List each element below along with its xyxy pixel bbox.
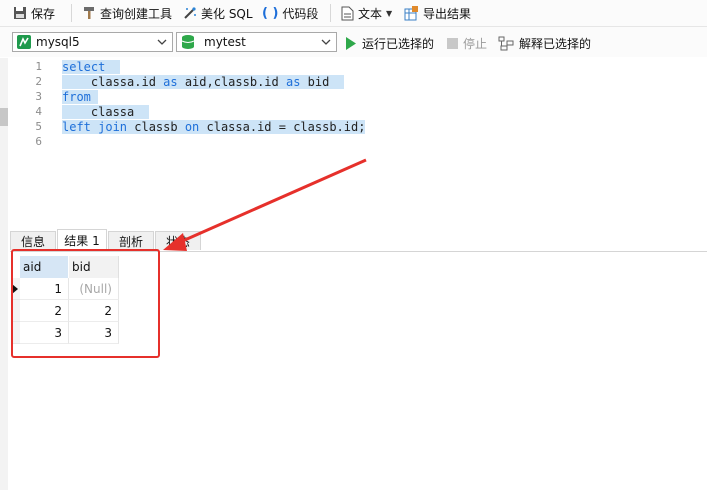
tab-result-1-label: 结果 1 bbox=[64, 233, 100, 248]
save-button[interactable]: 保存 bbox=[13, 4, 55, 22]
database-icon bbox=[181, 35, 195, 49]
line-number: 4 bbox=[35, 105, 42, 118]
chevron-down-icon bbox=[321, 39, 331, 45]
sql-text: classa.id = classb.id; bbox=[199, 120, 366, 134]
line-number: 2 bbox=[35, 75, 42, 88]
database-select-value: mytest bbox=[204, 35, 246, 49]
query-builder-button[interactable]: 查询创建工具 bbox=[82, 4, 172, 22]
beautify-sql-label: 美化 SQL bbox=[201, 6, 253, 21]
tab-status-label: 状态 bbox=[165, 234, 190, 249]
code-line: classa bbox=[62, 105, 149, 119]
code-snippet-button[interactable]: ( ) 代码段 bbox=[262, 4, 318, 22]
code-line: select bbox=[62, 60, 120, 74]
sql-text: aid,classb.id bbox=[177, 75, 286, 89]
tab-status[interactable]: 状态 bbox=[155, 231, 201, 250]
sql-keyword: as bbox=[163, 75, 178, 89]
mysql-connection-icon bbox=[17, 35, 31, 49]
chevron-down-icon bbox=[157, 39, 167, 45]
database-select[interactable]: mytest bbox=[176, 32, 337, 52]
highlight-box bbox=[11, 249, 160, 358]
export-results-button[interactable]: 导出结果 bbox=[404, 4, 471, 22]
explain-selected-button[interactable]: 解释已选择的 bbox=[498, 35, 591, 51]
export-results-label: 导出结果 bbox=[423, 6, 472, 21]
export-grid-icon bbox=[404, 5, 418, 20]
code-snippet-label: 代码段 bbox=[282, 6, 319, 21]
sql-text: classa.id bbox=[62, 75, 164, 89]
stop-button[interactable]: 停止 bbox=[447, 35, 487, 51]
line-number: 6 bbox=[35, 135, 42, 148]
explain-selected-label: 解释已选择的 bbox=[519, 36, 592, 51]
tab-info-label: 信息 bbox=[20, 234, 45, 249]
code-line: left join classb on classa.id = classb.i… bbox=[62, 120, 366, 134]
document-icon bbox=[341, 6, 354, 20]
toolbar-divider bbox=[71, 4, 72, 22]
server-select[interactable]: mysql5 bbox=[12, 32, 173, 52]
sql-keyword: from bbox=[62, 90, 91, 104]
main-toolbar: 保存 查询创建工具 美化 SQL ( ) 代码段 文本 ▼ 导出结果 bbox=[0, 0, 707, 27]
line-number: 3 bbox=[35, 90, 42, 103]
sql-text: bid bbox=[300, 75, 344, 89]
save-label: 保存 bbox=[31, 6, 56, 21]
sql-text: classb bbox=[127, 120, 185, 134]
text-menu-button[interactable]: 文本 ▼ bbox=[341, 4, 392, 22]
sql-keyword: as bbox=[285, 75, 301, 89]
hammer-icon bbox=[84, 7, 94, 19]
sql-text bbox=[105, 60, 120, 74]
beautify-sql-button[interactable]: 美化 SQL bbox=[182, 4, 253, 22]
query-builder-label: 查询创建工具 bbox=[100, 6, 173, 21]
caret-down-icon: ▼ bbox=[386, 8, 393, 18]
line-number: 1 bbox=[35, 60, 42, 73]
sql-keyword: left join bbox=[62, 120, 128, 134]
save-icon bbox=[14, 7, 26, 19]
tab-result-1[interactable]: 结果 1 bbox=[57, 229, 107, 250]
tab-profile-label: 剖析 bbox=[118, 234, 143, 249]
tab-info[interactable]: 信息 bbox=[10, 231, 56, 250]
toolbar-divider bbox=[330, 4, 331, 22]
code-line: classa.id as aid,classb.id as bid bbox=[62, 75, 344, 89]
sql-keyword: select bbox=[62, 60, 106, 74]
stop-icon bbox=[447, 37, 458, 49]
run-selected-label: 运行已选择的 bbox=[362, 36, 435, 51]
line-number: 5 bbox=[35, 120, 42, 133]
play-icon bbox=[346, 36, 356, 50]
server-select-value: mysql5 bbox=[36, 35, 80, 49]
sql-text bbox=[90, 90, 99, 104]
magic-wand-icon bbox=[184, 7, 196, 19]
explain-icon bbox=[498, 36, 514, 50]
stop-label: 停止 bbox=[463, 36, 488, 51]
braces-icon: ( ) bbox=[262, 5, 279, 21]
text-menu-label: 文本 bbox=[358, 6, 383, 21]
sql-text: classa bbox=[62, 105, 149, 119]
connection-bar: mysql5 mytest 运行已选择的 停止 解释已选择的 bbox=[0, 27, 707, 57]
code-line: from bbox=[62, 90, 99, 104]
tab-profile[interactable]: 剖析 bbox=[108, 231, 154, 250]
sql-keyword: on bbox=[184, 120, 200, 134]
left-edge-marker bbox=[0, 108, 8, 126]
run-selected-button[interactable]: 运行已选择的 bbox=[345, 35, 434, 51]
